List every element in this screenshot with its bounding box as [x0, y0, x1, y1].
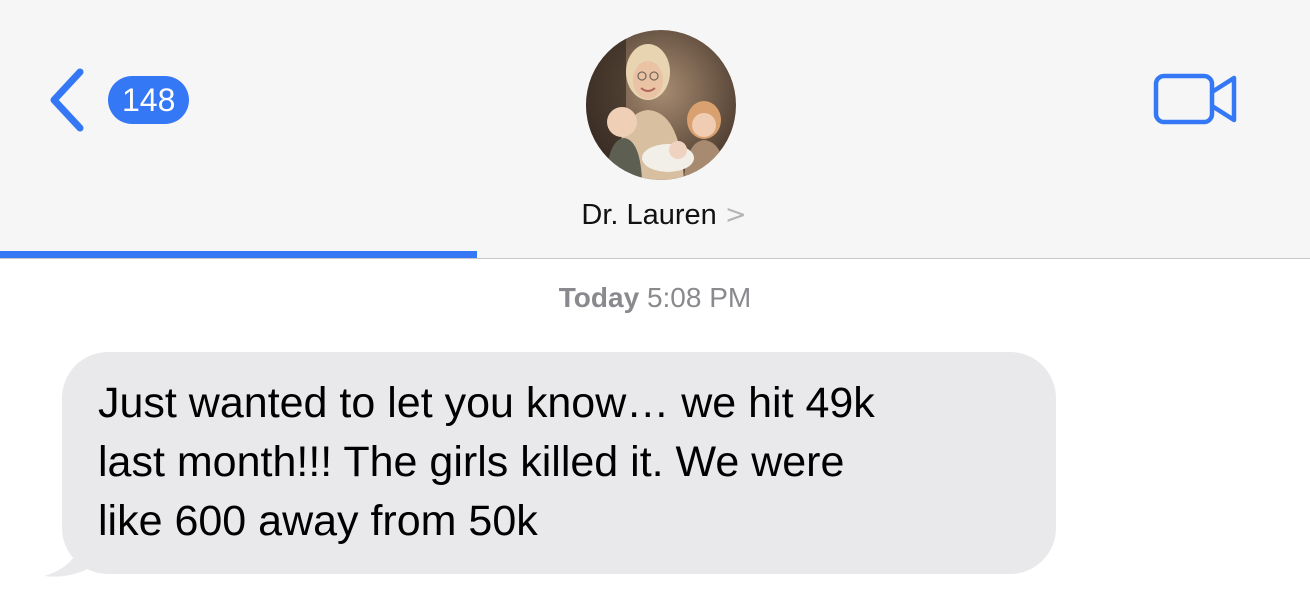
contact-photo	[586, 30, 736, 180]
send-progress-track	[0, 258, 1310, 259]
unread-count-badge: 148	[108, 76, 190, 124]
timestamp-day: Today	[558, 282, 640, 313]
chevron-left-icon	[50, 68, 84, 132]
video-camera-icon	[1153, 73, 1237, 125]
imessage-conversation-screen: 148 Dr. Lauren > Today 5:08 PM Just want…	[0, 0, 1310, 593]
message-bubble: Just wanted to let you know… we hit 49k …	[62, 352, 1056, 574]
message-text: Just wanted to let you know… we hit 49k …	[98, 379, 875, 545]
timestamp-time: 5:08 PM	[646, 282, 752, 313]
back-button[interactable]: 148	[44, 66, 214, 134]
contact-name: Dr. Lauren	[581, 198, 717, 231]
contact-name-button[interactable]: Dr. Lauren >	[0, 190, 1310, 240]
send-progress-bar	[0, 251, 477, 258]
chevron-right-icon: >	[724, 200, 747, 230]
conversation-header: 148 Dr. Lauren >	[0, 0, 1310, 259]
message-timestamp: Today 5:08 PM	[0, 282, 1310, 314]
contact-avatar[interactable]	[586, 30, 736, 180]
facetime-video-button[interactable]	[1152, 70, 1240, 128]
incoming-message[interactable]: Just wanted to let you know… we hit 49k …	[44, 352, 1056, 578]
